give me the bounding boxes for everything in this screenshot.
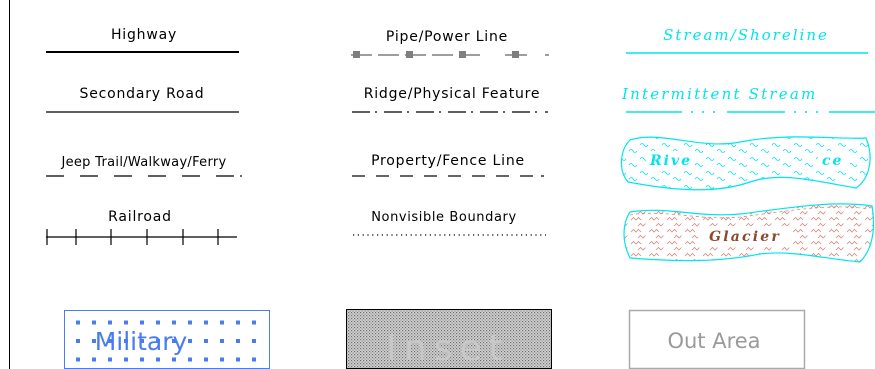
military-symbol: Military — [64, 310, 270, 369]
railroad-label: Railroad — [108, 209, 172, 225]
out-area-symbol: Out Area — [628, 309, 806, 369]
river-lake-symbol: Rive ce — [620, 136, 871, 191]
pipe-power-line-label: Pipe/Power Line — [386, 29, 508, 45]
intermittent-stream-symbol: Intermittent Stream — [621, 85, 875, 113]
glacier-symbol: Glacier — [623, 203, 875, 263]
nonvisible-boundary-label: Nonvisible Boundary — [371, 210, 517, 225]
railroad-symbol: Railroad — [46, 209, 237, 245]
military-label: Military — [95, 327, 188, 356]
highway-symbol: Highway — [46, 27, 239, 53]
river-lake-label: ce — [822, 153, 843, 169]
property-fence-line-symbol: Property/Fence Line — [352, 153, 544, 177]
intermittent-stream-label: Intermittent Stream — [621, 85, 817, 103]
out-area-label: Out Area — [667, 329, 760, 353]
property-fence-line-label: Property/Fence Line — [371, 153, 525, 169]
inset-symbol: Inset — [346, 309, 552, 369]
glacier-label: Glacier — [709, 229, 781, 245]
jeep-trail-label: Jeep Trail/Walkway/Ferry — [60, 155, 226, 170]
secondary-road-symbol: Secondary Road — [46, 86, 239, 113]
river-lake-label: Rive — [649, 153, 692, 169]
secondary-road-label: Secondary Road — [80, 86, 205, 102]
ridge-physical-feature-label: Ridge/Physical Feature — [364, 86, 541, 102]
jeep-trail-symbol: Jeep Trail/Walkway/Ferry — [46, 155, 242, 177]
ridge-physical-feature-symbol: Ridge/Physical Feature — [352, 86, 548, 113]
nonvisible-boundary-symbol: Nonvisible Boundary — [353, 210, 546, 236]
pipe-power-line-symbol: Pipe/Power Line — [351, 29, 549, 58]
highway-label: Highway — [111, 27, 177, 43]
inset-label: Inset — [386, 328, 509, 369]
stream-shoreline-label: Stream/Shoreline — [663, 26, 829, 44]
map-symbol-legend: Highway Pipe/Power Line Stream/Shoreline… — [9, 0, 875, 369]
stream-shoreline-symbol: Stream/Shoreline — [626, 26, 868, 54]
